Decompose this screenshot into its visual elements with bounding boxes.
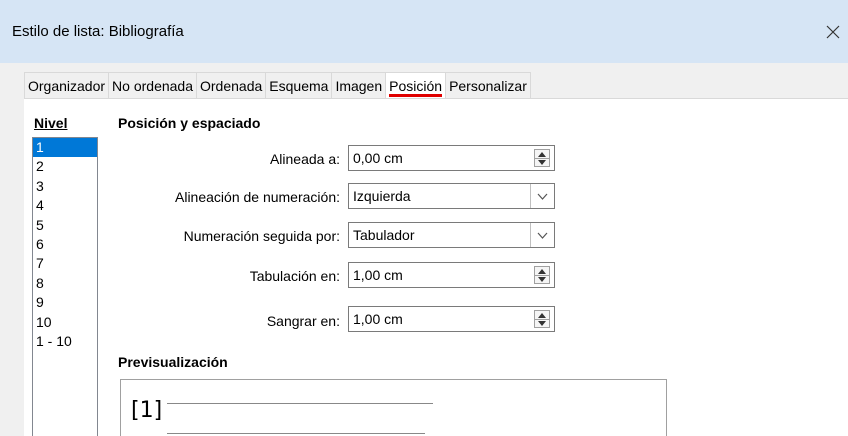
tab-stop-at-value: 1,00 cm xyxy=(353,267,403,283)
tab-no-ordenada[interactable]: No ordenada xyxy=(108,72,196,99)
level-item[interactable]: 8 xyxy=(33,274,97,293)
level-item[interactable]: 6 xyxy=(33,235,97,254)
tab-stop-at-spinbox[interactable]: 1,00 cm xyxy=(348,262,555,288)
numbering-followed-by-label: Numeración seguida por: xyxy=(183,228,340,244)
tab-posicion[interactable]: Posición xyxy=(385,72,446,99)
close-icon xyxy=(826,25,840,39)
level-item[interactable]: 5 xyxy=(33,216,97,235)
level-item[interactable]: 4 xyxy=(33,196,97,215)
level-item[interactable]: 9 xyxy=(33,293,97,312)
level-item[interactable]: 10 xyxy=(33,313,97,332)
tab-esquema[interactable]: Esquema xyxy=(265,72,332,99)
numbering-alignment-dropdown[interactable]: Izquierda xyxy=(348,183,555,209)
aligned-at-value: 0,00 cm xyxy=(353,150,403,166)
preview-line xyxy=(167,433,425,434)
window-title: Estilo de lista: Bibliografía xyxy=(12,23,184,40)
spin-down-icon[interactable] xyxy=(535,158,549,166)
preview-sample-number: [1] xyxy=(131,398,163,423)
tab-bar: Organizador No ordenada Ordenada Esquema… xyxy=(24,72,531,99)
numbering-followed-by-dropdown[interactable]: Tabulador xyxy=(348,222,555,248)
tab-ordenada[interactable]: Ordenada xyxy=(196,72,266,99)
preview-line xyxy=(167,403,433,404)
aligned-at-spinbox[interactable]: 0,00 cm xyxy=(348,145,555,171)
spin-buttons xyxy=(534,310,550,328)
spin-buttons xyxy=(534,266,550,284)
level-item[interactable]: 7 xyxy=(33,254,97,273)
level-list[interactable]: 1 2 3 4 5 6 7 8 9 10 1 - 10 xyxy=(32,137,98,436)
level-item[interactable]: 3 xyxy=(33,177,97,196)
spin-down-icon[interactable] xyxy=(535,319,549,327)
spin-up-icon[interactable] xyxy=(535,267,549,275)
position-spacing-heading: Posición y espaciado xyxy=(118,115,261,131)
level-item[interactable]: 2 xyxy=(33,157,97,176)
indent-at-spinbox[interactable]: 1,00 cm xyxy=(348,306,555,332)
spin-up-icon[interactable] xyxy=(535,311,549,319)
preview-heading: Previsualización xyxy=(118,354,228,370)
chevron-down-icon xyxy=(530,184,554,208)
level-heading: Nivel xyxy=(34,115,68,131)
chevron-down-icon xyxy=(530,223,554,247)
spin-down-icon[interactable] xyxy=(535,275,549,283)
title-bar: Estilo de lista: Bibliografía xyxy=(0,0,848,63)
spin-up-icon[interactable] xyxy=(535,150,549,158)
close-button[interactable] xyxy=(818,14,848,50)
numbering-alignment-value: Izquierda xyxy=(353,188,411,204)
aligned-at-label: Alineada a: xyxy=(269,151,340,167)
level-item[interactable]: 1 - 10 xyxy=(33,332,97,351)
indent-at-value: 1,00 cm xyxy=(353,311,403,327)
tab-organizador[interactable]: Organizador xyxy=(24,72,109,99)
level-item[interactable]: 1 xyxy=(33,138,97,158)
preview-area: [1] xyxy=(120,379,667,436)
tab-personalizar[interactable]: Personalizar xyxy=(445,72,531,99)
numbering-followed-by-value: Tabulador xyxy=(353,227,415,243)
spin-buttons xyxy=(534,149,550,167)
tab-stop-at-label: Tabulación en: xyxy=(249,268,340,284)
tab-imagen[interactable]: Imagen xyxy=(331,72,386,99)
indent-at-label: Sangrar en: xyxy=(266,313,340,329)
numbering-alignment-label: Alineación de numeración: xyxy=(175,189,340,205)
